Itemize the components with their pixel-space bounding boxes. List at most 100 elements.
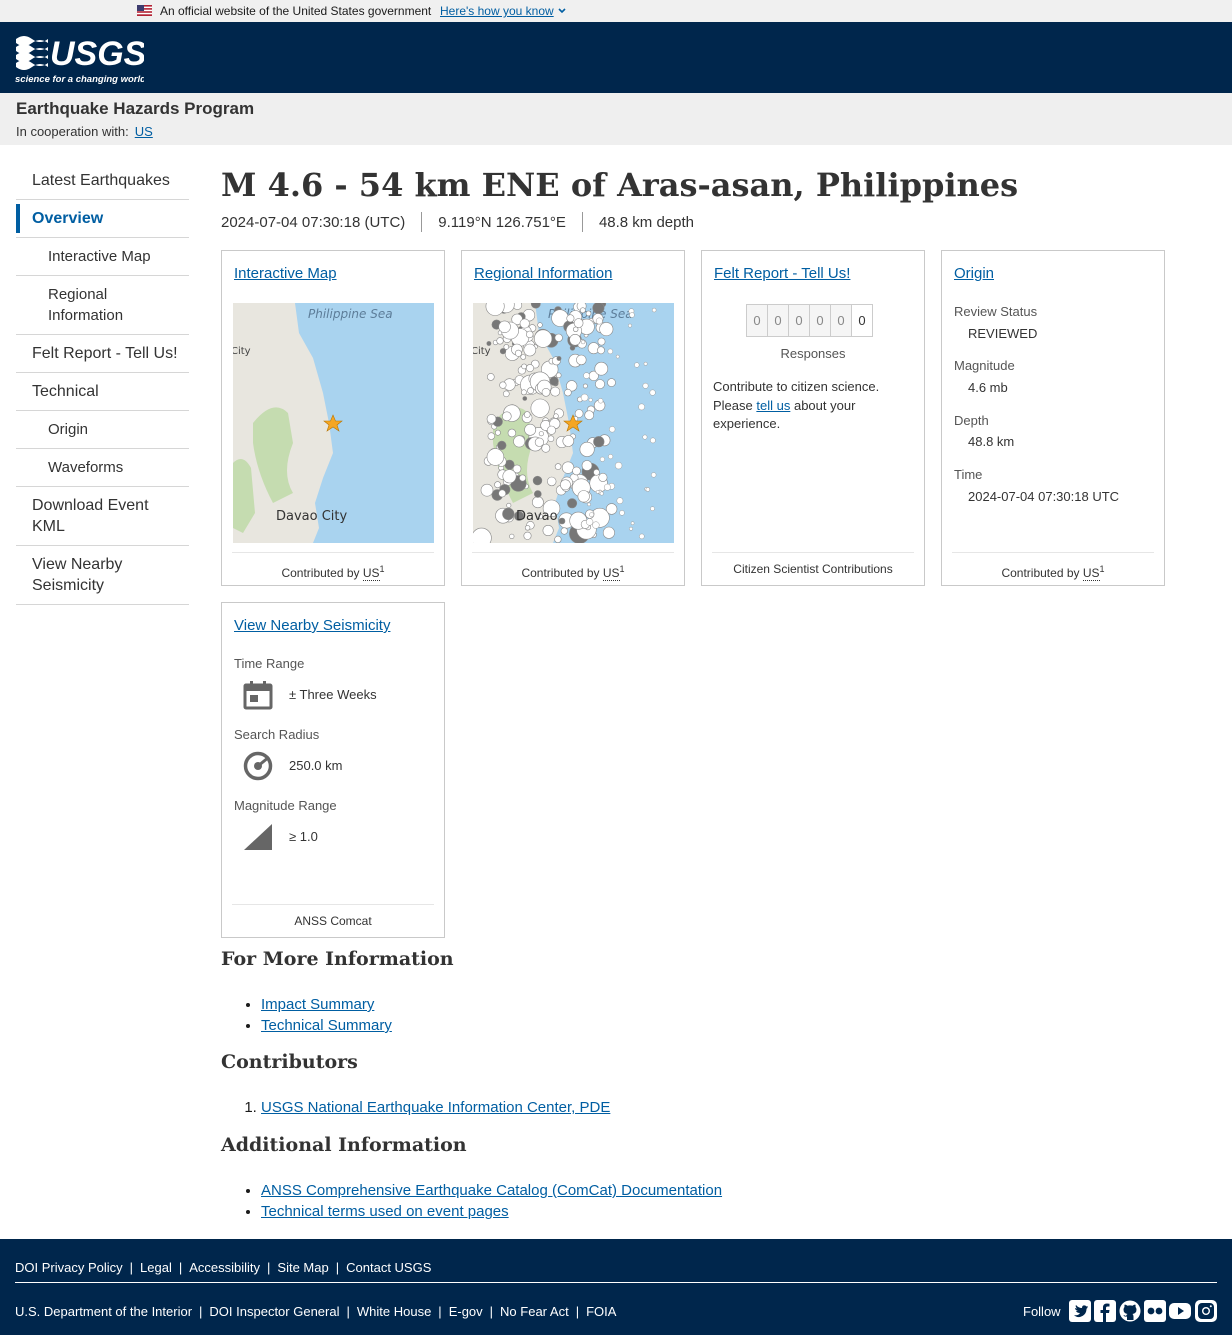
seismicity-dot	[496, 337, 504, 345]
footer-separator: |	[438, 1304, 442, 1319]
footer-link-foia[interactable]: FOIA	[586, 1304, 616, 1319]
sidebar-item-overview[interactable]: Overview	[16, 200, 189, 238]
footer-link-egov[interactable]: E-gov	[449, 1304, 483, 1319]
seismicity-dot	[554, 333, 563, 342]
technical-terms-link[interactable]: Technical terms used on event pages	[261, 1203, 509, 1220]
footer-link-sitemap[interactable]: Site Map	[277, 1260, 328, 1275]
contributor-abbr: US	[362, 566, 380, 581]
seismicity-dot	[532, 496, 544, 509]
seismicity-dot	[523, 411, 531, 418]
interactive-map-thumbnail[interactable]: Philippine Sea City Davao City	[233, 303, 434, 543]
seismicity-dot	[502, 390, 510, 398]
felt-responses-label: Responses	[780, 346, 846, 361]
regional-map-image: Philippine Sea City Davao	[473, 303, 674, 543]
seismicity-dot	[597, 398, 604, 404]
twitter-icon[interactable]	[1069, 1300, 1091, 1322]
seismicity-dot	[494, 429, 501, 436]
seismicity-dot	[499, 348, 507, 355]
nearby-seismicity-link[interactable]: View Nearby Seismicity	[234, 617, 390, 634]
sidebar-item-interactive-map[interactable]: Interactive Map	[16, 238, 189, 276]
additional-info-heading: Additional Information	[221, 1134, 467, 1156]
sidebar-item-origin[interactable]: Origin	[16, 411, 189, 449]
seismicity-dot	[593, 436, 605, 448]
footer-links-primary: DOI Privacy Policy | Legal | Accessibility | S…	[15, 1260, 431, 1275]
seismicity-dot	[525, 330, 534, 339]
site-footer: DOI Privacy Policy | Legal | Accessibility | S…	[0, 1239, 1232, 1335]
seismicity-dot	[629, 526, 633, 531]
contributed-label: Contributed by	[1001, 566, 1080, 580]
sidebar-item-latest-earthquakes[interactable]: Latest Earthquakes	[16, 162, 189, 200]
gov-banner: An official website of the United States…	[0, 0, 1232, 22]
facebook-icon[interactable]	[1094, 1300, 1116, 1322]
footer-link-contact[interactable]: Contact USGS	[346, 1260, 431, 1275]
magnitude-range-value: ≥ 1.0	[289, 829, 318, 844]
usgs-logo[interactable]: USGS science for a changing world	[14, 31, 144, 87]
seismicity-dot	[527, 387, 534, 395]
regional-information-link[interactable]: Regional Information	[474, 265, 612, 282]
seismicity-dot	[513, 435, 526, 448]
seismicity-dot	[486, 341, 492, 346]
footer-divider	[15, 1282, 1217, 1283]
program-bar: Earthquake Hazards Program In cooperatio…	[0, 93, 1232, 145]
follow-label: Follow	[1023, 1304, 1061, 1319]
footer-link-white-house[interactable]: White House	[357, 1304, 431, 1319]
regional-map-thumbnail[interactable]: Philippine Sea City Davao	[473, 303, 674, 543]
seismicity-dot	[628, 323, 632, 328]
seismicity-dot	[608, 454, 614, 460]
tell-us-link[interactable]: tell us	[756, 398, 790, 413]
map-label-sea: Philippine Sea	[308, 307, 393, 321]
seismicity-dot	[538, 431, 544, 437]
how-you-know-link[interactable]: Here's how you know	[440, 4, 554, 18]
youtube-icon[interactable]	[1169, 1300, 1191, 1322]
seismicity-dot	[573, 318, 584, 328]
flickr-icon[interactable]	[1144, 1300, 1166, 1322]
footer-link-inspector-general[interactable]: DOI Inspector General	[209, 1304, 339, 1319]
sidebar-item-download-kml[interactable]: Download Event KML	[16, 487, 189, 546]
calendar-icon	[243, 681, 273, 710]
felt-report-card[interactable]: Felt Report - Tell Us! 0 0 0 0 0 0 Respo…	[701, 250, 925, 586]
cooperation-line: In cooperation with: US	[16, 124, 153, 139]
seismicity-dot	[592, 303, 605, 314]
footer-link-accessibility[interactable]: Accessibility	[189, 1260, 260, 1275]
origin-card[interactable]: Origin Review Status REVIEWED Magnitude …	[941, 250, 1165, 586]
seismicity-dot	[593, 469, 600, 476]
seismicity-dot	[519, 318, 530, 329]
seismicity-dot	[564, 388, 572, 397]
seismicity-dot	[650, 437, 656, 444]
footer-separator: |	[335, 1260, 340, 1275]
time-range-label: Time Range	[234, 656, 305, 671]
interactive-map-link[interactable]: Interactive Map	[234, 265, 337, 282]
cooperation-label: In cooperation with:	[16, 124, 129, 139]
seismicity-dot	[615, 354, 620, 359]
interactive-map-card[interactable]: Interactive Map Philippine Sea City Dava…	[221, 250, 445, 586]
sidebar-item-waveforms[interactable]: Waveforms	[16, 449, 189, 487]
sidebar-item-nearby-seismicity[interactable]: View Nearby Seismicity	[16, 546, 189, 605]
contributor-ref: 1	[379, 564, 385, 574]
footer-link-legal[interactable]: Legal	[140, 1260, 172, 1275]
footer-link-privacy[interactable]: DOI Privacy Policy	[15, 1260, 123, 1275]
technical-summary-link[interactable]: Technical Summary	[261, 1017, 392, 1034]
sidebar-item-regional-information[interactable]: Regional Information	[16, 276, 189, 335]
seismicity-dot	[630, 521, 635, 526]
felt-report-link[interactable]: Felt Report - Tell Us!	[714, 265, 850, 282]
footer-link-no-fear-act[interactable]: No Fear Act	[500, 1304, 569, 1319]
seismicity-dot	[541, 443, 551, 453]
sidebar-item-felt-report[interactable]: Felt Report - Tell Us!	[16, 335, 189, 373]
chevron-down-icon[interactable]	[557, 6, 567, 16]
review-status-value: REVIEWED	[968, 326, 1038, 341]
comcat-docs-link[interactable]: ANSS Comprehensive Earthquake Catalog (C…	[261, 1182, 722, 1199]
contributors-heading: Contributors	[221, 1051, 358, 1073]
origin-link[interactable]: Origin	[954, 265, 994, 282]
instagram-icon[interactable]	[1195, 1300, 1217, 1322]
regional-information-card[interactable]: Regional Information Philippine Sea City…	[461, 250, 685, 586]
github-icon[interactable]	[1119, 1300, 1141, 1322]
seismicity-dot	[642, 434, 648, 440]
seismicity-dot	[576, 354, 587, 366]
impact-summary-link[interactable]: Impact Summary	[261, 996, 374, 1013]
contributor-link[interactable]: USGS National Earthquake Information Cen…	[261, 1099, 610, 1116]
cooperation-link[interactable]: US	[135, 124, 153, 139]
program-title[interactable]: Earthquake Hazards Program	[16, 99, 254, 119]
footer-link-doi[interactable]: U.S. Department of the Interior	[15, 1304, 192, 1319]
nearby-seismicity-card[interactable]: View Nearby Seismicity Time Range ± Thre…	[221, 602, 445, 938]
sidebar-item-technical[interactable]: Technical	[16, 373, 189, 411]
